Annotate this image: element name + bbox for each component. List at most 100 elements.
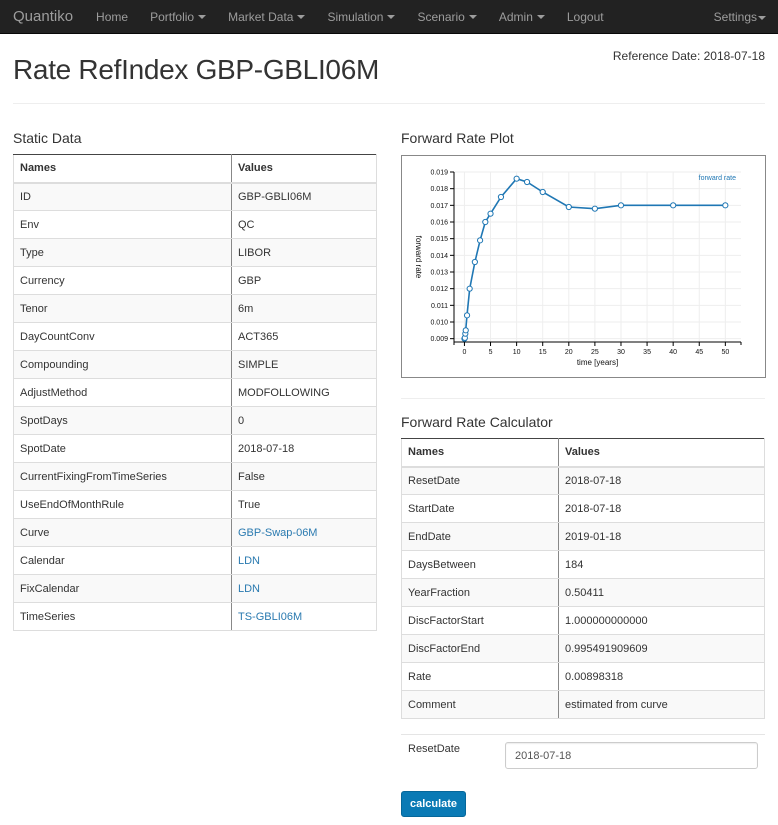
row-name: ResetDate <box>401 466 559 495</box>
table-header-row: Names Values <box>401 438 765 468</box>
row-name: CurrentFixingFromTimeSeries <box>13 462 232 491</box>
row-value: estimated from curve <box>558 690 765 719</box>
calculator-table: Names Values ResetDate 2018-07-18 StartDat… <box>401 438 765 719</box>
table-row: Env QC <box>13 210 377 239</box>
nav-scenario-label: Scenario <box>417 9 465 24</box>
nav-simulation-label: Simulation <box>327 9 384 24</box>
row-name: TimeSeries <box>13 602 232 631</box>
x-axis-label: time [years] <box>577 358 618 367</box>
row-name: DayCountConv <box>13 322 232 351</box>
row-value: QC <box>231 210 377 239</box>
row-value-link[interactable]: GBP-Swap-06M <box>238 527 317 539</box>
row-value-cell: LDN <box>231 574 377 603</box>
y-tick-label: 0.011 <box>431 303 448 310</box>
column-header-names: Names <box>13 154 232 184</box>
row-value-link[interactable]: LDN <box>238 555 260 567</box>
table-row: DaysBetween 184 <box>401 550 765 579</box>
table-row: DiscFactorEnd 0.995491909609 <box>401 634 765 663</box>
table-row: StartDate 2018-07-18 <box>401 494 765 523</box>
reset-date-label: ResetDate <box>408 743 460 755</box>
table-row: SpotDate 2018-07-18 <box>13 434 377 463</box>
page-title: Rate RefIndex GBP-GBLI06M <box>13 54 380 85</box>
column-header-names: Names <box>401 438 559 468</box>
data-point <box>476 237 484 244</box>
nav-simulation[interactable]: Simulation <box>316 10 406 24</box>
static-data-table: Names Values ID GBP-GBLI06M Env QC Type LIBOR… <box>13 154 377 631</box>
x-tick-label: 15 <box>539 349 547 356</box>
row-name: SpotDays <box>13 406 232 435</box>
row-name: ID <box>13 182 232 211</box>
row-value-link[interactable]: LDN <box>238 583 260 595</box>
x-tick-label: 5 <box>489 349 493 356</box>
row-value-link[interactable]: TS-GBLI06M <box>238 611 302 623</box>
column-header-values: Values <box>558 438 765 468</box>
forward-rate-chart: 0 5 10 15 20 25 30 35 40 45 50 0.009 0.010 0.011 0.012… <box>401 155 766 378</box>
table-row: DayCountConv ACT365 <box>13 322 377 351</box>
nav-admin[interactable]: Admin <box>488 10 556 24</box>
table-row: TimeSeries TS-GBLI06M <box>13 602 377 631</box>
nav-settings[interactable]: Settings <box>714 10 766 24</box>
nav-home[interactable]: Home <box>85 10 139 24</box>
data-point <box>617 202 625 209</box>
row-value: LIBOR <box>231 238 377 267</box>
y-axis-label: forward rate <box>414 236 423 279</box>
row-name: SpotDate <box>13 434 232 463</box>
row-name: Comment <box>401 690 559 719</box>
y-tick-label: 0.014 <box>430 253 448 260</box>
calculate-button[interactable]: calculate <box>401 791 466 817</box>
row-value: 2018-07-18 <box>558 494 765 523</box>
row-name: Rate <box>401 662 559 691</box>
row-value: GBP <box>231 266 377 295</box>
row-value: MODFOLLOWING <box>231 378 377 407</box>
row-value-cell: GBP-Swap-06M <box>231 518 377 547</box>
row-name: Currency <box>13 266 232 295</box>
divider <box>13 103 765 104</box>
nav-market-data[interactable]: Market Data <box>217 10 316 24</box>
row-name: UseEndOfMonthRule <box>13 490 232 519</box>
row-name: DaysBetween <box>401 550 559 579</box>
table-row: Curve GBP-Swap-06M <box>13 518 377 547</box>
y-tick-label: 0.019 <box>430 170 448 177</box>
table-header-row: Names Values <box>13 154 377 184</box>
row-value: 0 <box>231 406 377 435</box>
row-value: 0.995491909609 <box>558 634 765 663</box>
table-row: YearFraction 0.50411 <box>401 578 765 607</box>
brand-logo[interactable]: Quantiko <box>0 8 85 25</box>
reference-date: Reference Date: 2018-07-18 <box>612 49 765 63</box>
caret-down-icon <box>297 15 306 20</box>
y-tick-label: 0.013 <box>430 270 448 277</box>
nav-logout-label: Logout <box>566 9 604 24</box>
table-row: AdjustMethod MODFOLLOWING <box>13 378 377 407</box>
divider <box>401 398 765 399</box>
grid-layer <box>454 171 741 342</box>
caret-down-icon <box>198 15 207 20</box>
table-row: Tenor 6m <box>13 294 377 323</box>
row-value-cell: TS-GBLI06M <box>231 602 377 631</box>
x-tick-label: 0 <box>462 349 466 356</box>
nav-portfolio[interactable]: Portfolio <box>139 10 217 24</box>
x-tick-label: 45 <box>695 349 703 356</box>
row-name: Curve <box>13 518 232 547</box>
caret-down-icon <box>468 15 477 20</box>
x-tick-label: 50 <box>721 349 729 356</box>
row-value: SIMPLE <box>231 350 377 379</box>
table-row: DiscFactorStart 1.000000000000 <box>401 606 765 635</box>
table-row: Comment estimated from curve <box>401 690 765 719</box>
nav-logout[interactable]: Logout <box>556 10 615 24</box>
y-tick-label: 0.012 <box>430 286 448 293</box>
y-tick-label: 0.016 <box>430 220 448 227</box>
table-row: CurrentFixingFromTimeSeries False <box>13 462 377 491</box>
y-tick-label: 0.015 <box>430 236 448 243</box>
y-tick-label: 0.009 <box>430 336 448 343</box>
row-name: Calendar <box>13 546 232 575</box>
data-point <box>722 202 729 209</box>
row-value: 2019-01-18 <box>558 522 765 551</box>
table-row: Rate 0.00898318 <box>401 662 765 691</box>
table-row: ID GBP-GBLI06M <box>13 182 377 211</box>
reset-date-input[interactable] <box>505 742 758 769</box>
nav-scenario[interactable]: Scenario <box>406 10 487 24</box>
table-row: Compounding SIMPLE <box>13 350 377 379</box>
table-row: EndDate 2019-01-18 <box>401 522 765 551</box>
row-name: Compounding <box>13 350 232 379</box>
row-value: 1.000000000000 <box>558 606 765 635</box>
